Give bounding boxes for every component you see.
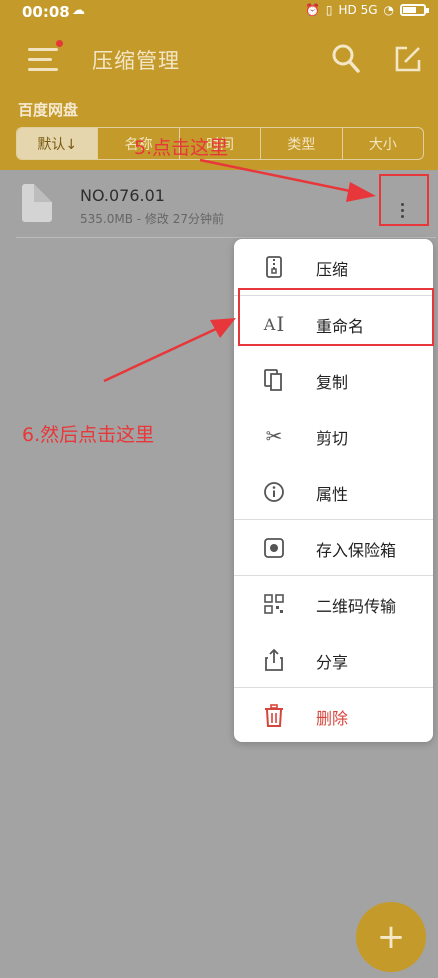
sort-tab-size[interactable]: 大小 [343, 128, 423, 159]
status-icons: ⏰ ▯ HD 5G ◔ [304, 3, 429, 17]
notification-dot [56, 40, 63, 47]
scissors-icon: ✂ [265, 424, 283, 448]
vibrate-icon: ▯ [325, 3, 333, 17]
page-title: 压缩管理 [92, 49, 180, 73]
menu-item-qrcode[interactable]: 二维码传输 [234, 576, 433, 632]
cloud-icon: ☁ [72, 3, 85, 18]
qrcode-icon [262, 592, 286, 616]
breadcrumb[interactable]: 百度网盘 [18, 99, 78, 120]
trash-icon [262, 704, 286, 728]
file-name: NO.076.01 [80, 186, 165, 205]
menu-item-label: 属性 [316, 485, 349, 504]
menu-item-label: 存入保险箱 [316, 541, 397, 560]
menu-item-compress[interactable]: 压缩 [234, 239, 433, 295]
menu-item-properties[interactable]: 属性 [234, 464, 433, 520]
battery-icon [400, 4, 429, 16]
menu-item-copy[interactable]: 复制 [234, 352, 433, 408]
copy-icon [262, 368, 286, 392]
file-meta: 535.0MB - 修改 27分钟前 [80, 212, 224, 226]
file-icon [22, 184, 52, 222]
highlight-rename [238, 288, 434, 346]
highlight-more-button [379, 174, 429, 226]
search-icon [332, 44, 360, 73]
menu-item-share[interactable]: 分享 [234, 632, 433, 688]
zip-icon [262, 255, 286, 279]
menu-item-label: 压缩 [316, 260, 349, 279]
sort-tab-default[interactable]: 默认↓ [17, 128, 99, 159]
search-button[interactable] [330, 42, 362, 76]
menu-item-label: 分享 [316, 653, 349, 672]
status-bar: 00:08 ☁ ⏰ ▯ HD 5G ◔ [0, 0, 438, 26]
annotation-step5: 5.点击这里 [134, 137, 229, 159]
menu-item-label: 剪切 [316, 429, 349, 448]
wifi-icon: ◔ [383, 3, 394, 17]
menu-item-cut[interactable]: ✂ 剪切 [234, 408, 433, 464]
annotation-step6: 6.然后点击这里 [22, 424, 155, 446]
list-item[interactable]: NO.076.01 535.0MB - 修改 27分钟前 [16, 180, 436, 238]
menu-item-safe[interactable]: 存入保险箱 [234, 520, 433, 576]
alarm-icon: ⏰ [304, 3, 320, 17]
menu-item-label: 二维码传输 [316, 597, 397, 616]
info-icon [262, 480, 286, 504]
edit-icon [395, 46, 421, 72]
add-button[interactable]: + [356, 902, 426, 972]
menu-item-delete[interactable]: 删除 [234, 688, 433, 744]
app-bar: 压缩管理 [0, 26, 438, 94]
safe-icon [262, 536, 286, 560]
edit-button[interactable] [393, 44, 423, 74]
menu-item-label: 删除 [316, 709, 349, 728]
menu-button[interactable] [28, 40, 63, 74]
status-time: 00:08 [22, 3, 70, 21]
share-icon [262, 648, 286, 672]
menu-item-label: 复制 [316, 373, 349, 392]
sort-tab-type[interactable]: 类型 [261, 128, 343, 159]
network-badges: HD 5G [338, 3, 378, 17]
